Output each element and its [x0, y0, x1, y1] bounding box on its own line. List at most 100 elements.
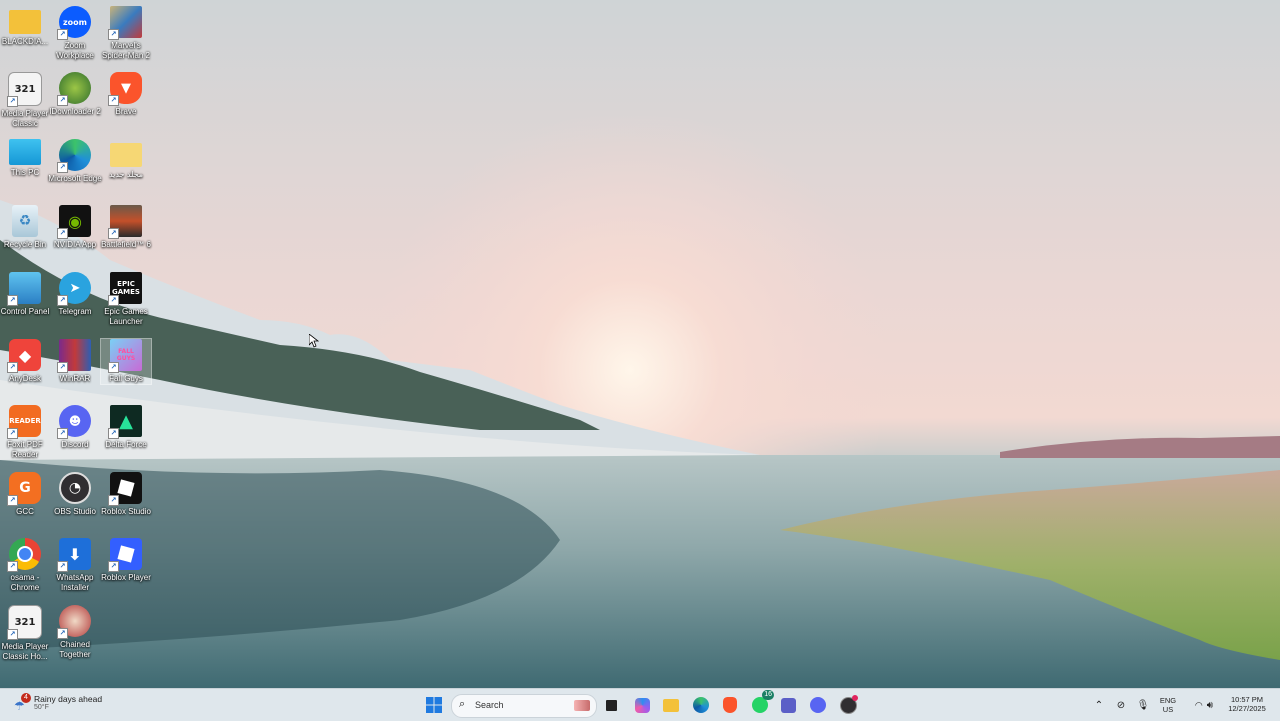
desktop-icon-blackdia[interactable]: BLACKDIA...: [0, 6, 50, 47]
desktop-icon-media-player-classic[interactable]: 321 ↗ Media Player Classic: [0, 72, 50, 128]
clock[interactable]: 10:57 PM 12/27/2025: [1222, 695, 1272, 713]
desktop-icon-gcc[interactable]: G ↗ GCC: [0, 472, 50, 517]
desktop-icon-whatsapp-installer[interactable]: ⬇ ↗ WhatsApp Installer: [50, 538, 100, 592]
search-highlight-icon: [574, 700, 590, 711]
copilot-button[interactable]: [630, 693, 654, 717]
media-player-icon: 321 ↗: [7, 72, 42, 107]
desktop-icon-media-player-classic-home[interactable]: 321 ↗ Media Player Classic Ho...: [0, 605, 50, 661]
desktop-icon-idownloader[interactable]: ↗ IDownloader 2: [49, 72, 101, 117]
desktop-icon-discord[interactable]: ☻ ↗ Discord: [50, 405, 100, 450]
icon-label: Fall Guys: [109, 374, 143, 383]
fall-guys-game-icon: FALL GUYS ↗: [108, 339, 142, 373]
icon-label: Marvel's Spider-Man 2: [101, 41, 151, 60]
icon-label: Telegram: [58, 307, 92, 316]
search-placeholder: Search: [475, 700, 504, 710]
brave-taskbar-button[interactable]: [718, 693, 742, 717]
recording-indicator-icon: [852, 695, 858, 701]
folder-icon: [110, 143, 142, 167]
clock-time: 10:57 PM: [1230, 695, 1264, 704]
desktop-icon-new-folder[interactable]: مجلد جديد: [101, 139, 151, 180]
desktop-icon-recycle-bin[interactable]: ♻ Recycle Bin: [0, 205, 50, 250]
battlefield-game-icon: ↗: [108, 205, 142, 239]
show-hidden-icons-button[interactable]: ⌃: [1088, 693, 1110, 717]
icon-label: Media Player Classic: [1, 109, 49, 128]
winrar-icon: ↗: [57, 339, 91, 373]
monitor-icon: [9, 139, 41, 165]
icon-label: Roblox Studio: [101, 507, 151, 516]
microphone-button[interactable]: 🎙︎: [1132, 693, 1154, 717]
icon-label: BLACKDIA...: [1, 37, 49, 46]
icon-label: Media Player Classic Ho...: [1, 642, 49, 661]
chained-together-game-icon: ↗: [57, 605, 91, 639]
input-language-indicator[interactable]: ENG US: [1152, 696, 1184, 714]
edge-taskbar-button[interactable]: [689, 693, 713, 717]
desktop-icon-this-pc[interactable]: This PC: [0, 139, 50, 178]
brave-icon: ▼ ↗: [108, 72, 142, 106]
desktop-icon-nvidia-app[interactable]: ◉ ↗ NVIDIA App: [50, 205, 100, 250]
desktop-icon-spiderman-2[interactable]: ↗ Marvel's Spider-Man 2: [101, 6, 151, 60]
gcc-icon: G ↗: [7, 472, 41, 506]
desktop-icon-roblox-studio[interactable]: ↗ Roblox Studio: [101, 472, 151, 517]
weather-badge: 4: [21, 693, 31, 703]
desktop-icon-epic-games[interactable]: EPIC GAMES ↗ Epic Games Launcher: [101, 272, 151, 326]
icon-label: WinRAR: [59, 374, 91, 383]
whatsapp-installer-icon: ⬇ ↗: [57, 538, 91, 572]
roblox-player-icon: ↗: [108, 538, 142, 572]
desktop-icon-roblox-player[interactable]: ↗ Roblox Player: [101, 538, 151, 583]
edge-icon: [693, 697, 709, 713]
desktop-icon-battlefield-6[interactable]: ↗ Battlefield™ 6: [101, 205, 151, 250]
icon-label: WhatsApp Installer: [56, 573, 94, 592]
task-view-icon: [605, 699, 617, 711]
icon-label: Epic Games Launcher: [104, 307, 148, 326]
desktop-icon-foxit-reader[interactable]: READER ↗ Foxit PDF Reader: [0, 405, 50, 459]
icon-label: Chained Together: [59, 640, 91, 659]
delta-force-icon: ▲ ↗: [108, 405, 142, 439]
icon-label: Discord: [61, 440, 89, 449]
desktop-icon-telegram[interactable]: ➤ ↗ Telegram: [50, 272, 100, 317]
desktop-icon-area: BLACKDIA... 321 ↗ Media Player Classic Th…: [0, 0, 1280, 688]
icon-label: Foxit PDF Reader: [7, 440, 43, 459]
desktop-icon-microsoft-edge[interactable]: ↗ Microsoft Edge: [48, 139, 102, 184]
teams-icon: [780, 697, 796, 713]
taskbar-search-box[interactable]: ⌕ Search: [451, 694, 597, 718]
clock-date: 12/27/2025: [1228, 704, 1266, 713]
desktop-icon-chained-together[interactable]: ↗ Chained Together: [50, 605, 100, 659]
desktop-icon-fall-guys[interactable]: FALL GUYS ↗ Fall Guys: [100, 338, 152, 385]
icon-label: Control Panel: [0, 307, 50, 316]
desktop-icon-chrome[interactable]: ↗ osama - Chrome: [0, 538, 50, 592]
icon-label: Roblox Player: [101, 573, 151, 582]
desktop-icon-zoom[interactable]: zoom ↗ Zoom Workplace: [50, 6, 100, 60]
volume-icon: 🔊︎: [1206, 699, 1214, 711]
start-button[interactable]: [422, 693, 446, 717]
desktop-icon-obs-studio[interactable]: ◔ OBS Studio: [50, 472, 100, 517]
roblox-studio-icon: ↗: [108, 472, 142, 506]
desktop-icon-brave[interactable]: ▼ ↗ Brave: [101, 72, 151, 117]
wifi-icon: ◠: [1194, 699, 1203, 710]
folder-icon: [9, 10, 41, 34]
desktop-icon-delta-force[interactable]: ▲ ↗ Delta Force: [101, 405, 151, 450]
weather-temp: 50°F: [34, 704, 49, 711]
epic-games-icon: EPIC GAMES ↗: [108, 272, 142, 306]
task-view-button[interactable]: [599, 693, 623, 717]
icon-label: AnyDesk: [8, 374, 41, 383]
chrome-icon: ↗: [7, 538, 41, 572]
desktop-icon-winrar[interactable]: ↗ WinRAR: [50, 339, 100, 384]
file-explorer-button[interactable]: [659, 693, 683, 717]
whatsapp-taskbar-button[interactable]: 16: [748, 690, 774, 717]
desktop-icon-anydesk[interactable]: ◆ ↗ AnyDesk: [0, 339, 50, 384]
icon-label: GCC: [16, 507, 34, 516]
quick-settings-button[interactable]: ◠ 🔊︎: [1186, 693, 1222, 717]
icon-label: This PC: [10, 168, 40, 177]
teams-taskbar-button[interactable]: [776, 693, 800, 717]
recycle-bin-icon: ♻: [12, 205, 38, 237]
nvidia-icon: ◉ ↗: [57, 205, 91, 239]
discord-taskbar-button[interactable]: [806, 693, 830, 717]
zoom-icon: zoom ↗: [57, 6, 91, 40]
tray-app-button[interactable]: ⊘: [1110, 693, 1132, 717]
icon-label: Microsoft Edge: [48, 174, 102, 183]
file-explorer-icon: [663, 698, 679, 712]
taskbar: ☂ 4 Rainy days ahead 50°F ⌕ Search 16 ⌃ …: [0, 688, 1280, 721]
icon-label: Battlefield™ 6: [101, 240, 151, 249]
desktop-icon-control-panel[interactable]: ↗ Control Panel: [0, 272, 50, 317]
obs-taskbar-button[interactable]: [836, 693, 860, 717]
